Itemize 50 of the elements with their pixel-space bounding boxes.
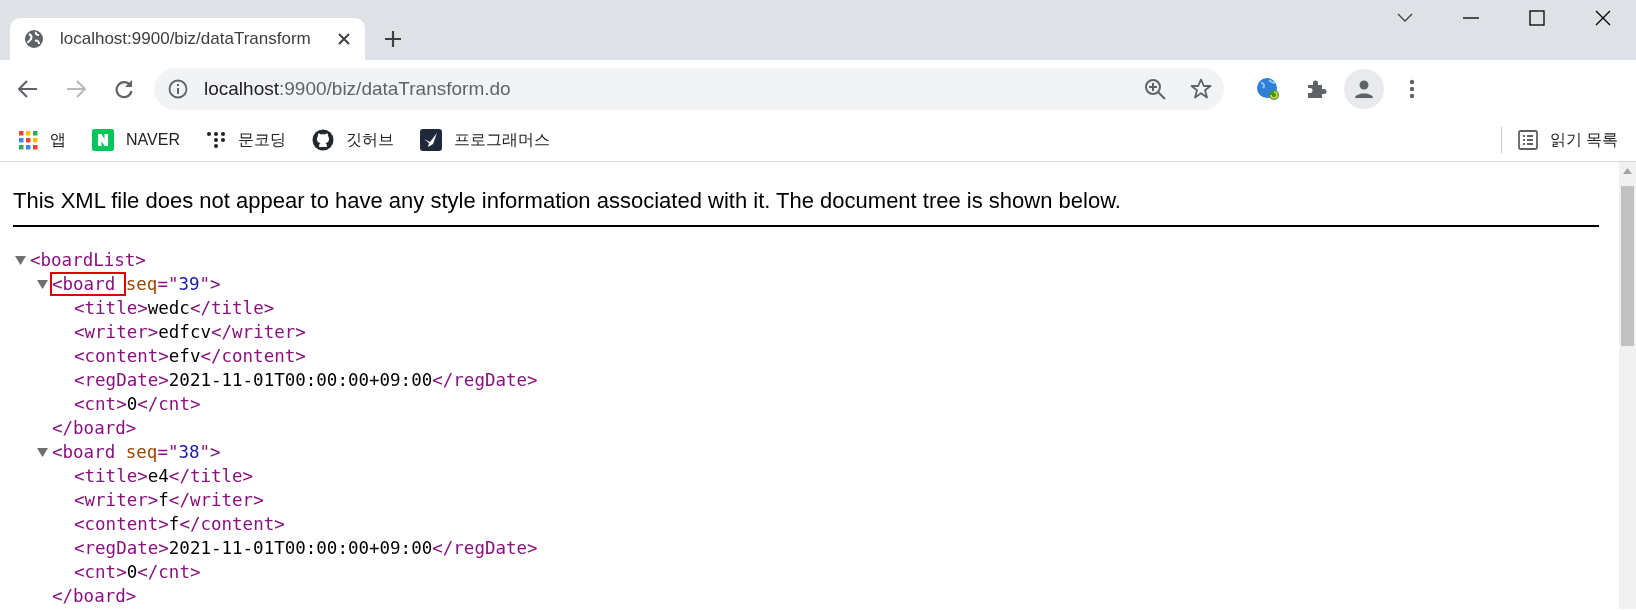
n-logo-icon [92, 128, 114, 151]
xml-line: <writer>edfcv</writer> [74, 321, 306, 344]
star-icon[interactable] [1190, 78, 1212, 100]
close-tab-button[interactable] [337, 32, 351, 46]
globe-icon [24, 29, 44, 49]
xml-notice: This XML file does not appear to have any style information associated with it. The document tree is shown below. [13, 162, 1599, 227]
reading-list-button[interactable]: 읽기 목록 [1517, 127, 1618, 152]
xml-line: <board seq="38"> [52, 441, 221, 464]
xml-line: <writer>f</writer> [74, 489, 264, 512]
bookmark[interactable]: NAVER [92, 127, 180, 152]
xml-line: <cnt>0</cnt> [74, 561, 201, 584]
collapse-triangle-icon[interactable] [37, 447, 48, 457]
bookmark[interactable]: 앱 [18, 127, 66, 152]
collapse-triangle-icon[interactable] [15, 255, 26, 265]
close-icon [1595, 10, 1611, 26]
scrollbar[interactable] [1619, 162, 1636, 609]
xml-line: <board seq="39"> [52, 274, 221, 294]
plus-icon [384, 30, 402, 48]
xml-line: <content>f</content> [74, 513, 285, 536]
bookmark[interactable]: 프로그래머스 [419, 127, 550, 152]
xml-line: <content>efv</content> [74, 345, 306, 368]
xml-line: </board> [52, 585, 137, 608]
xml-line: <title>e4</title> [74, 465, 254, 488]
bird-icon [419, 128, 442, 151]
maximize-icon [1529, 10, 1545, 26]
bookmark[interactable]: 깃허브 [311, 127, 394, 152]
xml-line: <cnt>0</cnt> [74, 393, 201, 416]
bookmark[interactable]: 문코딩 [205, 127, 286, 152]
dots-icon [205, 129, 226, 150]
xml-line: <regDate>2021-11-01T00:00:00+09:00</regDate> [74, 369, 538, 392]
info-icon [168, 79, 188, 99]
profile-avatar[interactable] [1344, 69, 1384, 109]
apps-grid-icon [18, 129, 38, 150]
cat-logo-icon [311, 128, 334, 151]
reload-icon [114, 79, 134, 99]
zoom-icon[interactable] [1144, 78, 1166, 100]
minimize-icon [1463, 17, 1479, 19]
url-text: localhost:9900/biz/dataTransform.do [204, 76, 511, 101]
collapse-triangle-icon[interactable] [37, 279, 48, 289]
xml-line: <regDate>2021-11-01T00:00:00+09:00</regDate> [74, 537, 538, 560]
xml-line: <boardList> [30, 249, 146, 272]
address-bar[interactable]: localhost:9900/biz/dataTransform.do [154, 68, 1224, 110]
chevron-down-icon [1397, 13, 1413, 23]
xml-line: </board> [52, 417, 137, 440]
xml-line: <title>wedc</title> [74, 297, 275, 320]
browser-tab[interactable]: localhost:9900/biz/dataTransform [10, 18, 365, 60]
arrow-left-icon [18, 80, 38, 98]
close-icon [337, 32, 351, 46]
list-icon [1517, 129, 1538, 150]
arrow-right-icon [66, 80, 86, 98]
